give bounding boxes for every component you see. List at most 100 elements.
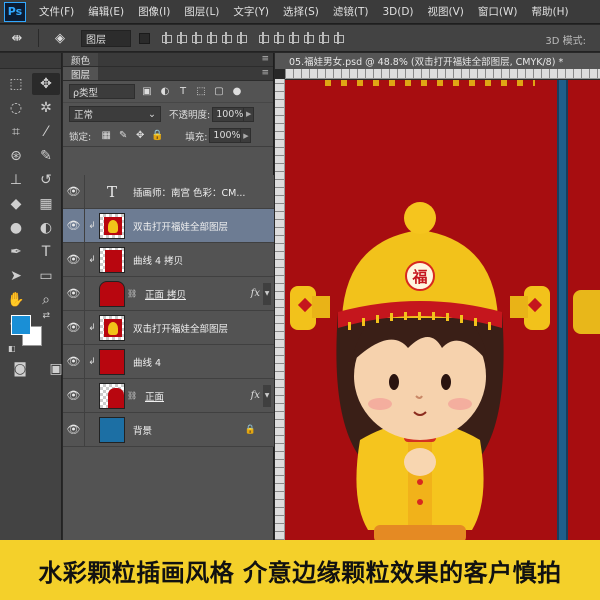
filter-toggle-icon[interactable]: ●	[231, 86, 243, 98]
menu-edit[interactable]: 编辑(E)	[81, 4, 131, 19]
smart-object-filter-icon[interactable]: ▢	[213, 86, 225, 98]
gradient-tool-icon[interactable]: ▦	[32, 193, 60, 215]
adjustment-filter-icon[interactable]: ◐	[159, 86, 171, 98]
expand-effects-icon[interactable]: ▼	[263, 384, 271, 407]
quick-mask-icon[interactable]: ◙	[6, 358, 34, 380]
fill-slider-arrow-icon[interactable]: ▶	[241, 128, 252, 143]
eyedropper-tool-icon[interactable]: ⁄	[32, 121, 60, 143]
lock-label: 锁定:	[69, 131, 92, 143]
fill-input[interactable]: 100%	[209, 128, 242, 143]
layer-row-front[interactable]: 👁 ⛓ 正面 fx ▼	[63, 378, 274, 413]
menu-filter[interactable]: 滤镜(T)	[326, 4, 376, 19]
zoom-tool-icon[interactable]: ⌕	[32, 289, 60, 311]
vertical-ruler[interactable]	[275, 79, 285, 540]
move-tool-icon[interactable]: ✥	[32, 73, 60, 95]
clone-stamp-tool-icon[interactable]: ⊥	[2, 169, 30, 191]
rectangle-tool-icon[interactable]: ▭	[32, 265, 60, 287]
menu-help[interactable]: 帮助(H)	[525, 4, 576, 19]
expand-effects-icon[interactable]: ▼	[263, 282, 271, 305]
shape-filter-icon[interactable]: ⬚	[195, 86, 207, 98]
layer-row-credits[interactable]: 👁 T 插画师：南宫 色彩：CM...	[63, 174, 274, 209]
menu-file[interactable]: 文件(F)	[32, 4, 81, 19]
dodge-tool-icon[interactable]: ◐	[32, 217, 60, 239]
distribute-hcenter-icon[interactable]	[317, 31, 329, 45]
history-brush-tool-icon[interactable]: ↺	[32, 169, 60, 191]
menu-window[interactable]: 窗口(W)	[471, 4, 525, 19]
canvas[interactable]: 福	[285, 80, 600, 540]
foreground-color-swatch[interactable]	[11, 315, 31, 335]
visibility-eye-icon[interactable]: 👁	[63, 344, 85, 379]
align-hcenter-icon[interactable]	[220, 31, 232, 45]
brush-tool-icon[interactable]: ✎	[32, 145, 60, 167]
lock-transparent-pixels-icon[interactable]: ▦	[99, 130, 113, 141]
opacity-input[interactable]: 100%	[212, 106, 245, 122]
tab-color[interactable]: 颜色	[63, 53, 99, 67]
opacity-slider-arrow-icon[interactable]: ▶	[244, 106, 255, 122]
distribute-bottom-icon[interactable]	[287, 31, 299, 45]
swap-colors-icon[interactable]: ⇄	[42, 311, 50, 321]
gold-trim-decoration	[325, 80, 535, 86]
auto-select-layers-icon[interactable]: ◈	[43, 27, 77, 49]
visibility-eye-icon[interactable]: 👁	[63, 378, 85, 413]
layer-row-smart-object[interactable]: 👁 ↲ 双击打开福娃全部图层	[63, 310, 274, 345]
lasso-tool-icon[interactable]: ◌	[2, 97, 30, 119]
layer-row-curves-copy[interactable]: 👁 ↲ 曲线 4 拷贝	[63, 242, 274, 277]
menu-select[interactable]: 选择(S)	[276, 4, 326, 19]
layer-effects-icon[interactable]: fx	[251, 288, 260, 299]
lock-position-icon[interactable]: ✥	[133, 130, 147, 141]
visibility-eye-icon[interactable]: 👁	[63, 174, 85, 209]
layer-row-front-copy[interactable]: 👁 ⛓ 正面 拷贝 fx ▼	[63, 276, 274, 311]
blend-mode-dropdown[interactable]: 正常 ⌄	[69, 106, 161, 122]
visibility-eye-icon[interactable]: 👁	[63, 412, 85, 447]
pen-tool-icon[interactable]: ✒	[2, 241, 30, 263]
crop-tool-icon[interactable]: ⌗	[2, 121, 30, 143]
show-transform-controls-checkbox[interactable]	[139, 32, 150, 44]
distribute-left-icon[interactable]	[302, 31, 314, 45]
distribute-top-icon[interactable]	[257, 31, 269, 45]
align-bottom-icon[interactable]	[190, 31, 202, 45]
align-vcenter-icon[interactable]	[175, 31, 187, 45]
menu-view[interactable]: 视图(V)	[421, 4, 471, 19]
visibility-eye-icon[interactable]: 👁	[63, 208, 85, 243]
layer-effects-icon[interactable]: fx	[251, 390, 260, 401]
lock-image-pixels-icon[interactable]: ✎	[116, 130, 130, 141]
path-selection-tool-icon[interactable]: ➤	[2, 265, 30, 287]
type-tool-icon[interactable]: T	[32, 241, 60, 263]
panel-menu-icon[interactable]: ≡	[261, 54, 269, 64]
tools-panel-grip[interactable]	[0, 53, 61, 69]
align-left-icon[interactable]	[205, 31, 217, 45]
auto-select-target-dropdown[interactable]: 图层	[81, 29, 131, 47]
menu-3d[interactable]: 3D(D)	[375, 6, 420, 18]
visibility-eye-icon[interactable]: 👁	[63, 310, 85, 345]
menu-layer[interactable]: 图层(L)	[177, 4, 226, 19]
magic-wand-tool-icon[interactable]: ✲	[32, 97, 60, 119]
distribute-right-icon[interactable]	[332, 31, 344, 45]
document-tab[interactable]: 05.福娃男女.psd @ 48.8% (双击打开福娃全部图层, CMYK/8)…	[275, 52, 600, 69]
default-colors-icon[interactable]: ◧	[8, 344, 16, 353]
type-filter-icon[interactable]: T	[177, 86, 189, 98]
lock-all-icon[interactable]: 🔒	[150, 130, 164, 141]
pixel-filter-icon[interactable]: ▣	[141, 86, 153, 98]
layer-filter-kind-dropdown[interactable]: ρ类型	[69, 84, 135, 99]
marquee-tool-icon[interactable]: ⬚	[2, 73, 30, 95]
align-right-icon[interactable]	[235, 31, 247, 45]
panel-menu-icon[interactable]: ≡	[261, 68, 269, 78]
distribute-vcenter-icon[interactable]	[272, 31, 284, 45]
girl-illustration: 福	[290, 202, 550, 540]
visibility-eye-icon[interactable]: 👁	[63, 276, 85, 311]
healing-brush-tool-icon[interactable]: ⊛	[2, 145, 30, 167]
horizontal-ruler[interactable]	[285, 69, 600, 79]
clipping-arrow-icon: ↲	[88, 254, 96, 265]
layer-row-smart-object-copy[interactable]: 👁 ↲ 双击打开福娃全部图层	[63, 208, 274, 243]
move-tool-preset-icon[interactable]: ⇼	[0, 27, 34, 49]
visibility-eye-icon[interactable]: 👁	[63, 242, 85, 277]
menu-image[interactable]: 图像(I)	[131, 4, 177, 19]
blur-tool-icon[interactable]: ●	[2, 217, 30, 239]
tab-layers[interactable]: 图层	[63, 67, 99, 81]
align-top-icon[interactable]	[160, 31, 172, 45]
hand-tool-icon[interactable]: ✋	[2, 289, 30, 311]
menu-type[interactable]: 文字(Y)	[226, 4, 276, 19]
layer-row-curves[interactable]: 👁 ↲ 曲线 4	[63, 344, 274, 379]
eraser-tool-icon[interactable]: ◆	[2, 193, 30, 215]
layer-row-background[interactable]: 👁 背景 🔒	[63, 412, 274, 447]
